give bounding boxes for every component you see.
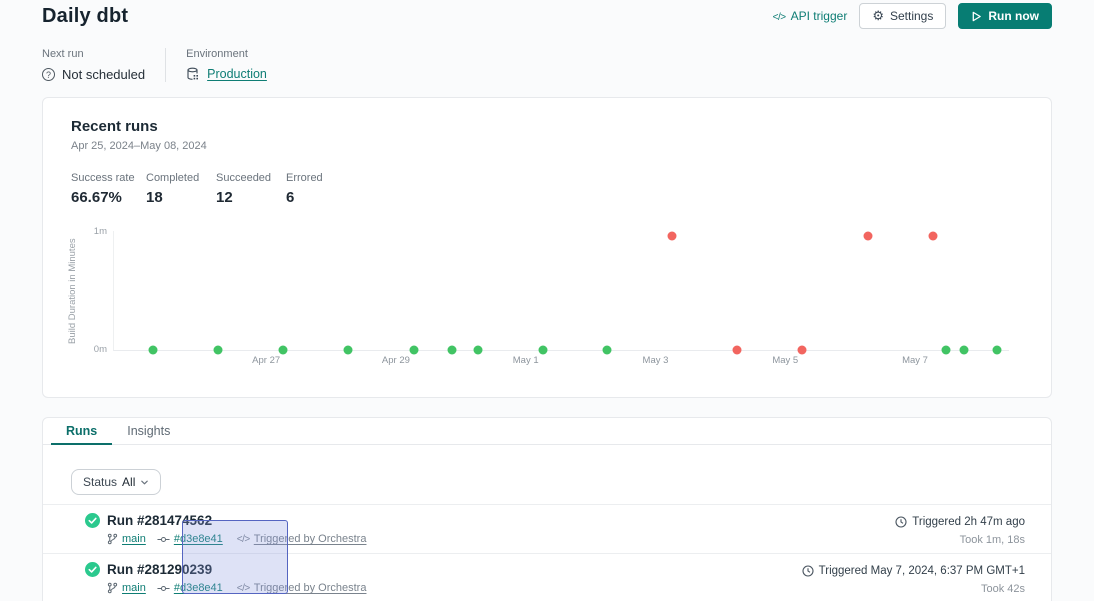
run-dot-success[interactable] [474, 346, 483, 355]
run-dot-success[interactable] [538, 346, 547, 355]
y-tick-0m: 0m [94, 344, 107, 355]
duration-text: Took 1m, 18s [960, 534, 1025, 546]
stat-success-rate: Success rate 66.67% [71, 172, 146, 206]
tabs: Runs Insights [43, 418, 1051, 445]
api-trigger-link[interactable]: API trigger [773, 9, 848, 23]
run-dot-success[interactable] [603, 346, 612, 355]
triggered-text: Triggered 2h 47m ago [912, 516, 1025, 528]
commit-link[interactable]: #d3e8e41 [174, 533, 223, 545]
tab-runs[interactable]: Runs [51, 418, 112, 445]
settings-button[interactable]: Settings [859, 3, 946, 29]
run-now-label: Run now [988, 9, 1039, 23]
run-dot-success[interactable] [149, 346, 158, 355]
run-dot-success[interactable] [279, 346, 288, 355]
date-range: Apr 25, 2024–May 08, 2024 [71, 140, 1051, 152]
page-title: Daily dbt [42, 5, 128, 28]
run-dot-success[interactable] [942, 346, 951, 355]
tab-insights[interactable]: Insights [112, 418, 185, 445]
topbar-actions: API trigger Settings Run now [773, 3, 1052, 29]
status-filter-value: All [122, 475, 135, 489]
run-title: Run #281290239 [107, 562, 212, 577]
run-dot-success[interactable] [993, 346, 1002, 355]
environment-block: Environment Production [186, 48, 267, 82]
run-dot-error[interactable] [668, 231, 677, 240]
run-dot-success[interactable] [409, 346, 418, 355]
git-branch-icon [107, 533, 118, 545]
settings-label: Settings [890, 9, 933, 23]
status-filter-label: Status [83, 475, 117, 489]
question-circle-icon [42, 68, 55, 81]
run-dot-error[interactable] [732, 346, 741, 355]
stat-succeeded: Succeeded 12 [216, 172, 286, 206]
stat-completed: Completed 18 [146, 172, 216, 206]
vertical-divider [165, 48, 166, 82]
recent-runs-card: Recent runs Apr 25, 2024–May 08, 2024 Su… [42, 97, 1052, 398]
x-axis-tick-label: May 3 [643, 355, 669, 366]
trigger-source-link[interactable]: Triggered by Orchestra [254, 582, 367, 594]
run-dot-error[interactable] [864, 231, 873, 240]
next-run-value: Not scheduled [62, 67, 145, 82]
next-run-block: Next run Not scheduled [42, 48, 145, 82]
gear-icon [872, 9, 884, 23]
clock-icon [895, 516, 907, 528]
x-axis-tick-label: Apr 27 [252, 355, 280, 366]
recent-runs-title: Recent runs [71, 118, 1051, 135]
chart-y-axis-label: Build Duration in Minutes [67, 211, 78, 371]
git-commit-icon [157, 535, 170, 544]
x-axis-tick-label: Apr 29 [382, 355, 410, 366]
job-summary: Next run Not scheduled Environment [42, 48, 267, 82]
run-row[interactable]: Run #281290239 main #d3e8e41 [43, 554, 1051, 601]
run-dot-success[interactable] [960, 346, 969, 355]
run-now-button[interactable]: Run now [958, 3, 1052, 29]
triggered-text: Triggered May 7, 2024, 6:37 PM GMT+1 [819, 565, 1025, 577]
code-icon [773, 9, 786, 23]
duration-scatter-chart: 1m 0m Apr 27Apr 29May 1May 3May 5May 7 [113, 231, 1009, 351]
run-dot-error[interactable] [798, 346, 807, 355]
run-dot-error[interactable] [928, 231, 937, 240]
git-commit-icon [157, 584, 170, 593]
job-page: Daily dbt API trigger Settings Run now N… [0, 0, 1094, 601]
runs-panel-card: Runs Insights Status All Run #281474562 [42, 417, 1052, 601]
database-icon [186, 67, 200, 81]
success-check-icon [85, 562, 100, 577]
run-info: Run #281474562 main #d3e8e41 [85, 513, 377, 553]
run-info: Run #281290239 main #d3e8e41 [85, 562, 377, 601]
run-timing: Triggered 2h 47m ago Took 1m, 18s [895, 513, 1025, 553]
branch-link[interactable]: main [122, 582, 146, 594]
duration-text: Took 42s [981, 583, 1025, 595]
x-axis-tick-label: May 5 [772, 355, 798, 366]
environment-label: Environment [186, 48, 267, 60]
run-row[interactable]: Run #281474562 main #d3e8e41 [43, 505, 1051, 554]
play-icon [971, 11, 982, 22]
chevron-down-icon [140, 478, 149, 487]
next-run-label: Next run [42, 48, 145, 60]
environment-link[interactable]: Production [207, 67, 267, 81]
x-axis-tick-label: May 1 [513, 355, 539, 366]
api-trigger-label: API trigger [791, 9, 848, 23]
trigger-source-link[interactable]: Triggered by Orchestra [254, 533, 367, 545]
run-title: Run #281474562 [107, 513, 212, 528]
success-check-icon [85, 513, 100, 528]
topbar: Daily dbt API trigger Settings Run now [42, 2, 1052, 30]
git-branch-icon [107, 582, 118, 594]
run-dot-success[interactable] [448, 346, 457, 355]
stat-errored: Errored 6 [286, 172, 356, 206]
x-axis-tick-label: May 7 [902, 355, 928, 366]
clock-icon [802, 565, 814, 577]
code-icon [237, 533, 250, 545]
status-filter-dropdown[interactable]: Status All [71, 469, 161, 495]
run-dot-success[interactable] [213, 346, 222, 355]
stats-row: Success rate 66.67% Completed 18 Succeed… [71, 172, 1051, 206]
commit-link[interactable]: #d3e8e41 [174, 582, 223, 594]
y-tick-1m: 1m [94, 226, 107, 237]
branch-link[interactable]: main [122, 533, 146, 545]
run-dot-success[interactable] [343, 346, 352, 355]
code-icon [237, 582, 250, 594]
run-timing: Triggered May 7, 2024, 6:37 PM GMT+1 Too… [802, 562, 1025, 601]
